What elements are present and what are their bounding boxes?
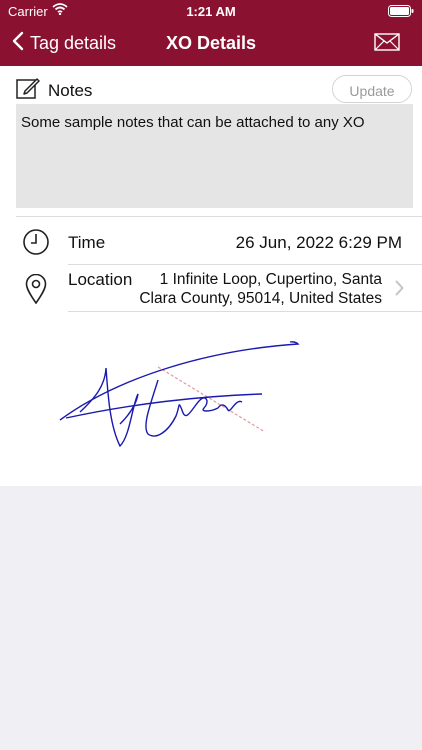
time-value: 26 Jun, 2022 6:29 PM — [235, 233, 402, 252]
chevron-right-icon — [395, 280, 404, 301]
location-value: 1 Infinite Loop, Cupertino, Santa Clara … — [132, 270, 382, 308]
location-line-1: 1 Infinite Loop, Cupertino, Santa — [159, 271, 382, 288]
signature-image — [50, 336, 310, 461]
update-button[interactable]: Update — [332, 75, 412, 103]
status-bar: Carrier 1:21 AM — [0, 0, 422, 22]
location-pin-icon — [25, 273, 47, 309]
divider — [68, 311, 422, 312]
notes-header: Notes — [16, 76, 92, 105]
divider — [16, 216, 422, 217]
details-content: Notes Update Some sample notes that can … — [0, 66, 422, 486]
battery-icon — [388, 5, 414, 20]
time-label: Time — [68, 233, 106, 252]
notes-textarea[interactable]: Some sample notes that can be attached t… — [16, 104, 413, 208]
navigation-bar: Tag details XO Details — [0, 24, 422, 64]
location-line-2: Clara County, 95014, United States — [139, 290, 382, 307]
notes-label: Notes — [48, 80, 93, 100]
clock-icon — [22, 228, 50, 261]
location-label: Location — [68, 270, 133, 289]
mail-icon[interactable] — [374, 33, 400, 56]
header-bar: Carrier 1:21 AM Tag details XO Details — [0, 0, 422, 66]
divider — [68, 264, 422, 265]
time-row: Time 26 Jun, 2022 6:29 PM — [0, 222, 422, 266]
location-row[interactable]: Location 1 Infinite Loop, Cupertino, San… — [0, 266, 422, 312]
status-time: 1:21 AM — [186, 4, 236, 19]
edit-icon — [16, 76, 40, 105]
page-title: XO Details — [165, 33, 257, 53]
